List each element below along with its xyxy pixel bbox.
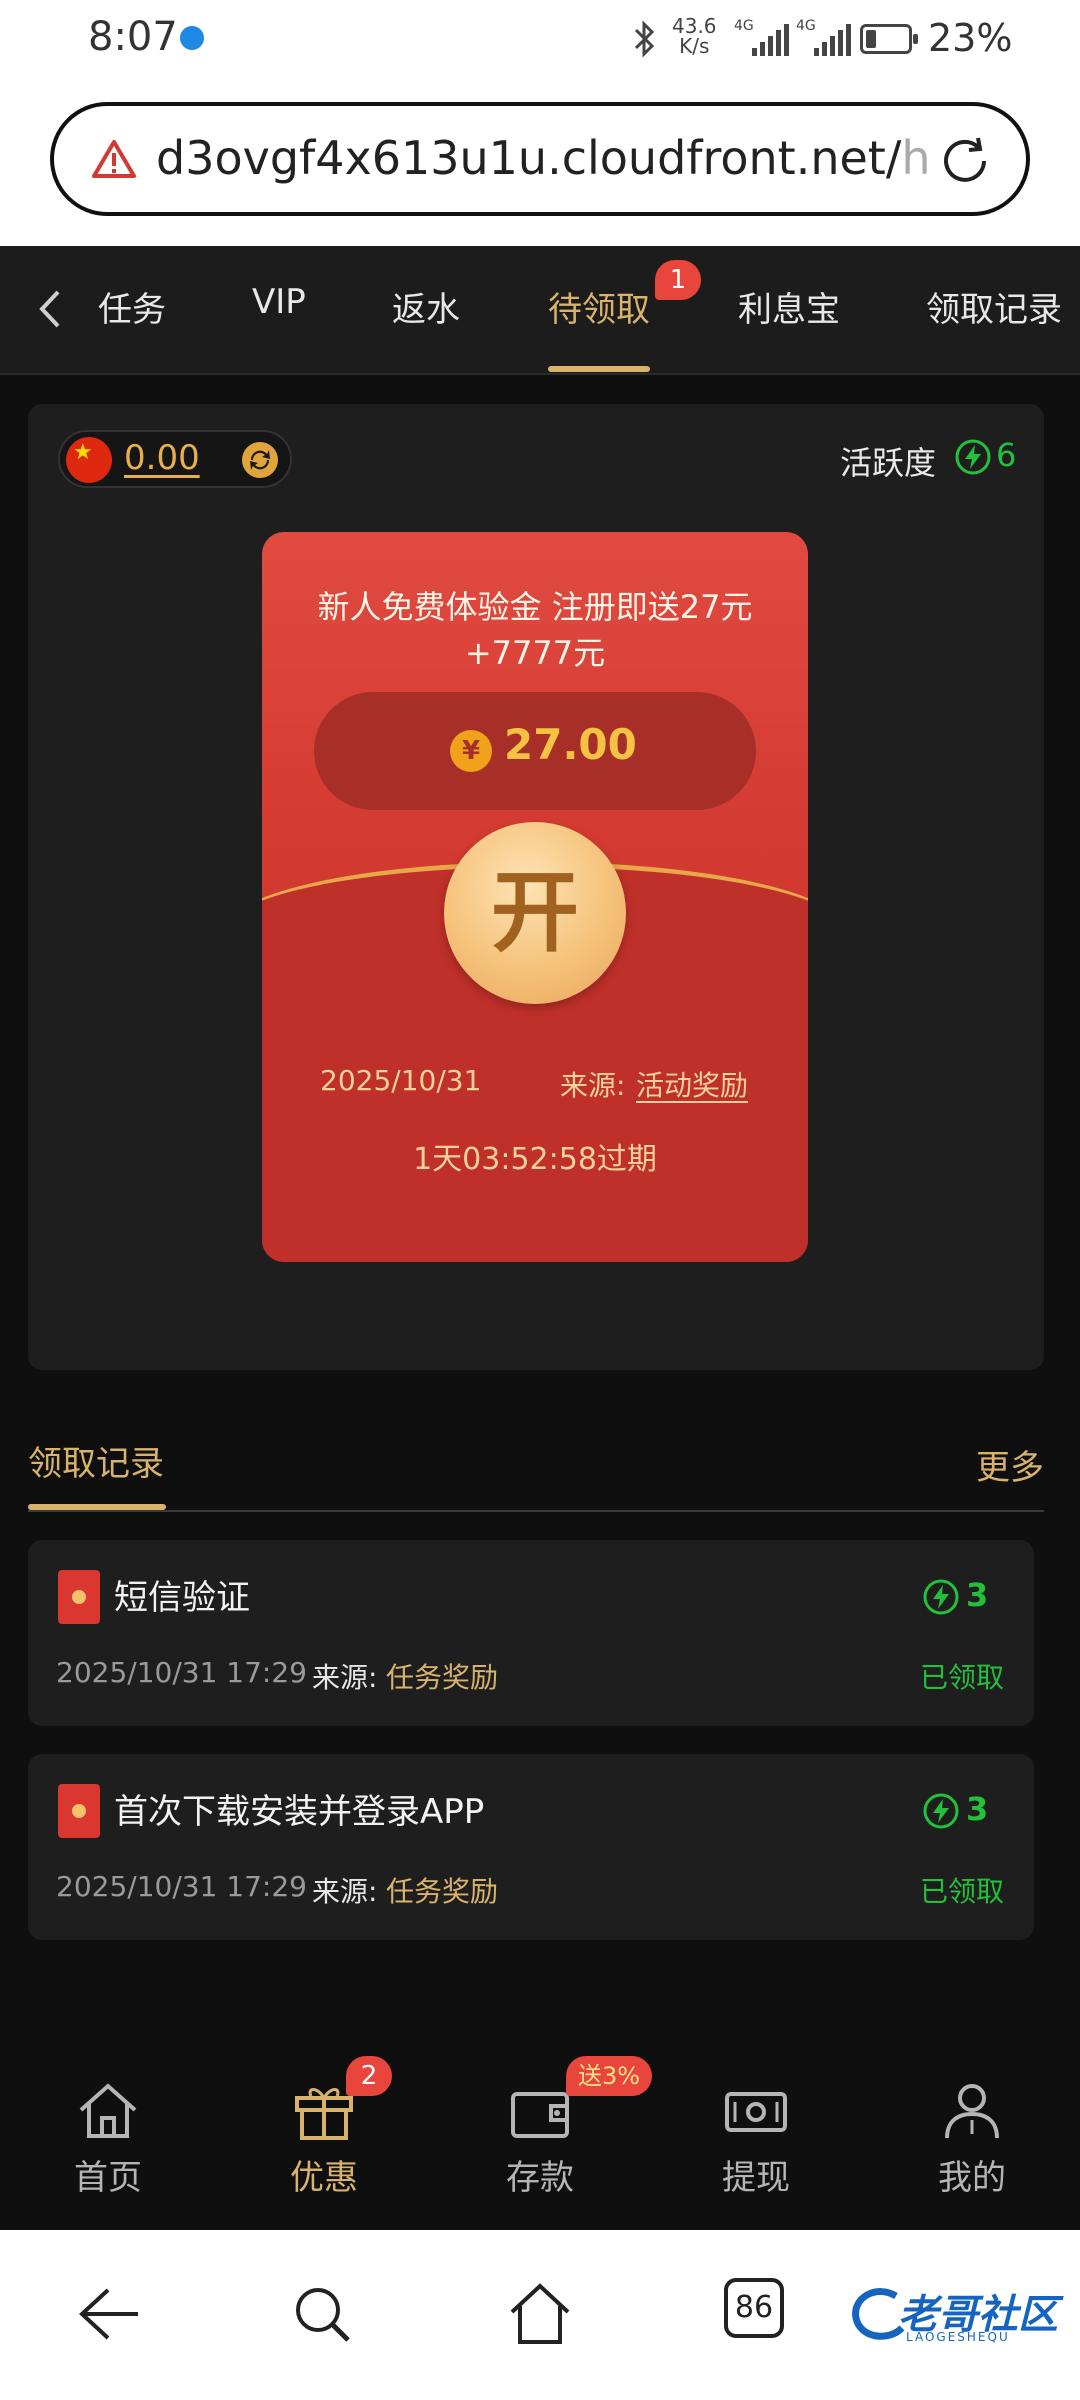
record-title: 首次下载安装并登录APP — [114, 1792, 485, 1832]
tab-claim-history[interactable]: 领取记录 — [926, 282, 1062, 331]
tab-pending[interactable]: 待领取 — [548, 282, 650, 331]
records-title[interactable]: 领取记录 — [28, 1436, 164, 1485]
system-nav-bar: 86 老哥社区 LAOGESHEQU — [0, 2230, 1080, 2400]
record-points: 3 — [966, 1576, 989, 1614]
record-source-label: 来源: — [312, 1875, 378, 1908]
browser-toolbar: d3ovgf4x613u1u.cloudfront.net/h — [0, 80, 1080, 246]
warning-icon[interactable] — [90, 136, 138, 184]
envelope-source-link[interactable]: 活动奖励 — [636, 1064, 748, 1104]
net-speed-unit: K/s — [679, 34, 710, 58]
record-status: 已领取 — [920, 1875, 1005, 1908]
url-tail: h — [901, 131, 931, 185]
lightning-icon — [954, 438, 992, 476]
lightning-icon — [922, 1792, 960, 1830]
search-icon[interactable] — [282, 2274, 362, 2354]
pending-badge: 1 — [655, 260, 701, 300]
record-status: 已领取 — [920, 1661, 1005, 1694]
envelope-source-label: 来源: — [560, 1069, 626, 1102]
activity-value: 6 — [996, 436, 1017, 474]
record-title: 短信验证 — [114, 1578, 250, 1618]
chevron-left-icon[interactable] — [30, 286, 70, 332]
tab-vip[interactable]: VIP — [252, 282, 306, 322]
watermark-subtext: LAOGESHEQU — [906, 2330, 1010, 2344]
records-divider — [28, 1510, 1044, 1512]
battery-icon — [860, 24, 918, 54]
sim1-label: 4G — [734, 18, 754, 34]
back-arrow-icon[interactable] — [68, 2274, 148, 2354]
record-points: 3 — [966, 1790, 989, 1828]
sim2-label: 4G — [796, 18, 816, 34]
tab-bar: 任务 VIP 返水 待领取 1 利息宝 领取记录 — [0, 246, 1080, 375]
records-title-underline — [28, 1504, 166, 1510]
status-bar: 8:07 43.6 K/s 4G 4G 23% — [0, 0, 1080, 80]
location-dot-icon — [180, 26, 204, 50]
yen-coin-icon: ¥ — [450, 730, 492, 772]
tab-rebate[interactable]: 返水 — [392, 282, 460, 331]
address-bar[interactable]: d3ovgf4x613u1u.cloudfront.net/h — [50, 102, 1030, 216]
record-source: 任务奖励 — [386, 1661, 499, 1694]
watermark-logo: 老哥社区 LAOGESHEQU — [846, 2280, 1066, 2350]
nav-withdraw[interactable]: 提现 — [686, 2076, 826, 2199]
envelope-expiry: 1天03:52:58过期 — [413, 1142, 657, 1177]
nav-profile-label: 我的 — [938, 2158, 1006, 2198]
reload-icon[interactable] — [934, 130, 996, 192]
red-envelope-icon — [58, 1570, 100, 1624]
deposit-bonus-badge: 送3% — [566, 2056, 653, 2096]
envelope-date: 2025/10/31 — [320, 1064, 482, 1097]
tab-tasks[interactable]: 任务 — [92, 282, 166, 331]
records-more-link[interactable]: 更多 — [976, 1440, 1044, 1489]
record-date: 2025/10/31 17:29 — [56, 1656, 307, 1689]
cash-icon — [725, 2092, 787, 2132]
bluetooth-icon — [632, 20, 658, 67]
balance-pill: ★ 0.00 — [58, 430, 292, 488]
net-speed-value: 43.6 — [672, 14, 717, 38]
nav-home-label: 首页 — [74, 2158, 142, 2198]
signal-sim2-icon: 4G — [796, 18, 856, 56]
balance-value[interactable]: 0.00 — [124, 438, 200, 478]
url-main: d3ovgf4x613u1u.cloudfront.net/ — [156, 131, 902, 185]
url-text[interactable]: d3ovgf4x613u1u.cloudfront.net/h — [156, 128, 946, 188]
refresh-icon[interactable] — [238, 438, 282, 482]
activity-label: 活跃度 — [840, 444, 937, 482]
signal-sim1-icon: 4G — [734, 18, 794, 56]
red-envelope[interactable]: 新人免费体验金 注册即送27元+7777元 ¥ 27.00 开 2025/10/… — [262, 532, 808, 1262]
record-item: 短信验证 3 2025/10/31 17:29 来源: 任务奖励 已领取 — [28, 1540, 1034, 1726]
app-bottom-nav: 首页 优惠 2 存款 送3% 提现 我的 — [0, 2048, 1080, 2230]
pending-rewards-card: ★ 0.00 活跃度 6 新人免费体验金 注册即送27元+7777元 ¥ 27.… — [28, 404, 1044, 1370]
user-icon — [945, 2084, 999, 2139]
battery-percent: 23% — [928, 16, 1013, 60]
home-icon[interactable] — [500, 2274, 580, 2354]
nav-deposit-label: 存款 — [506, 2158, 574, 2198]
nav-profile[interactable]: 我的 — [902, 2076, 1042, 2199]
lightning-icon — [922, 1578, 960, 1616]
nav-home[interactable]: 首页 — [38, 2076, 178, 2199]
promotions-badge: 2 — [346, 2056, 392, 2096]
status-time: 8:07 — [88, 14, 178, 60]
wallet-icon — [511, 2092, 569, 2138]
net-speed: 43.6 K/s — [672, 16, 717, 56]
tab-count-button[interactable]: 86 — [724, 2278, 784, 2338]
envelope-title: 新人免费体验金 注册即送27元+7777元 — [317, 588, 753, 672]
tab-active-indicator — [548, 366, 650, 372]
nav-promotions-label: 优惠 — [290, 2158, 358, 2198]
record-item: 首次下载安装并登录APP 3 2025/10/31 17:29 来源: 任务奖励… — [28, 1754, 1034, 1940]
china-flag-icon: ★ — [66, 437, 112, 483]
home-icon — [79, 2083, 137, 2138]
red-envelope-icon — [58, 1784, 100, 1838]
record-source: 任务奖励 — [386, 1875, 499, 1908]
tab-interest[interactable]: 利息宝 — [738, 282, 840, 331]
envelope-amount: 27.00 — [504, 720, 637, 769]
record-source-label: 来源: — [312, 1661, 378, 1694]
nav-withdraw-label: 提现 — [722, 2158, 790, 2198]
open-envelope-button[interactable]: 开 — [444, 822, 626, 1004]
record-date: 2025/10/31 17:29 — [56, 1870, 307, 1903]
amount-pill: ¥ 27.00 — [314, 692, 756, 810]
